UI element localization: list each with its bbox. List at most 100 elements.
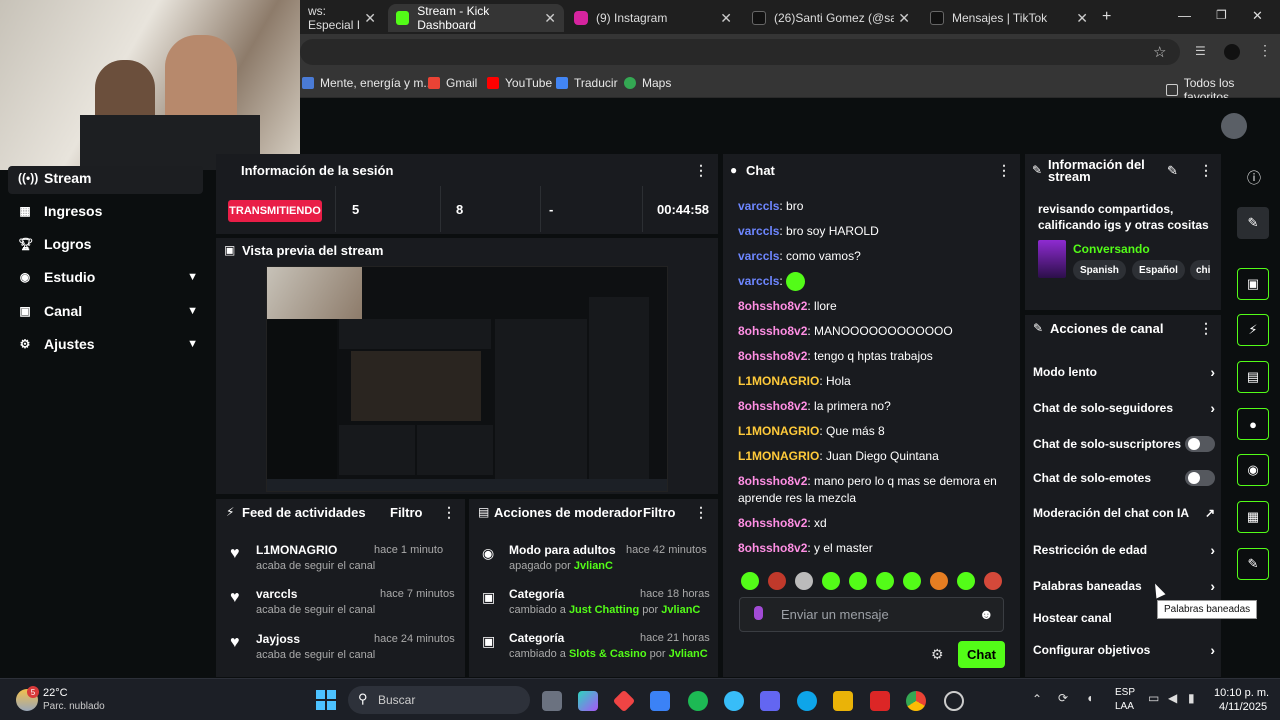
emote-icon[interactable]	[822, 572, 840, 590]
feed-filter-button[interactable]: Filtro	[390, 505, 423, 520]
action-solo-seguidores[interactable]: Chat de solo-seguidores ›	[1033, 398, 1215, 418]
action-ai-moderation[interactable]: Moderación del chat con IA ↗	[1033, 503, 1215, 523]
tag[interactable]: chi	[1190, 260, 1210, 280]
media-control-icon[interactable]: ☰	[1195, 44, 1206, 58]
chat-username[interactable]: L1MONAGRIO	[738, 424, 819, 438]
bookmark-mente[interactable]: Mente, energía y m...	[302, 76, 433, 90]
close-icon[interactable]: ✕	[1076, 10, 1088, 27]
emote-icon[interactable]	[849, 572, 867, 590]
tools-icon[interactable]: ✎	[1237, 548, 1269, 580]
network-icon[interactable]: ▭	[1148, 691, 1159, 705]
chat-settings-icon[interactable]: ⚙	[931, 646, 944, 663]
volume-icon[interactable]: ◀︎	[1168, 691, 1177, 705]
chat-username[interactable]: 8ohssho8v2	[738, 474, 807, 488]
more-icon[interactable]: ⋮	[1199, 162, 1213, 179]
more-icon[interactable]: ⋮	[1199, 320, 1213, 337]
chat-username[interactable]: 8ohssho8v2	[738, 541, 807, 555]
sidebar-item-estudio[interactable]: ◉ Estudio ▼	[18, 269, 198, 285]
emotes-only-toggle[interactable]	[1185, 470, 1215, 486]
chat-send-button[interactable]: Chat	[958, 641, 1005, 668]
chat-input[interactable]: Enviar un mensaje ☻	[739, 597, 1004, 632]
chat-username[interactable]: L1MONAGRIO	[738, 374, 819, 388]
bookmark-gmail[interactable]: Gmail	[428, 76, 477, 90]
more-icon[interactable]: ⋮	[694, 504, 708, 521]
action-configurar-objetivos[interactable]: Configurar objetivos ›	[1033, 640, 1215, 660]
chat-username[interactable]: varccls	[738, 249, 779, 263]
sync-icon[interactable]: ⟳	[1058, 691, 1068, 705]
edit-stream-icon[interactable]: ✎	[1237, 207, 1269, 239]
chevron-up-icon[interactable]: ⌃	[1032, 692, 1042, 706]
layout-icon[interactable]: ▦	[1237, 501, 1269, 533]
action-palabras-baneadas[interactable]: Palabras baneadas ›	[1033, 576, 1215, 596]
close-icon[interactable]: ✕	[544, 10, 556, 27]
tab-instagram[interactable]: (9) Instagram ✕	[566, 4, 740, 32]
more-icon[interactable]: ⋮	[997, 162, 1011, 179]
emote-icon[interactable]	[957, 572, 975, 590]
chat-username[interactable]: L1MONAGRIO	[738, 449, 819, 463]
bookmark-maps[interactable]: Maps	[624, 76, 671, 90]
chrome-icon[interactable]	[906, 691, 926, 711]
emote-icon[interactable]	[795, 572, 813, 590]
profile-avatar[interactable]	[1224, 44, 1240, 60]
sidebar-item-logros[interactable]: 🏆︎ Logros	[18, 236, 198, 252]
language-region[interactable]: LAA	[1115, 701, 1134, 712]
chat-username[interactable]: 8ohssho8v2	[738, 516, 807, 530]
notes-icon[interactable]: ▤	[1237, 361, 1269, 393]
microphone-icon[interactable]: ◖	[1086, 691, 1093, 705]
chat-username[interactable]: varccls	[738, 274, 779, 288]
chat-username[interactable]: 8ohssho8v2	[738, 399, 807, 413]
sidebar-item-ingresos[interactable]: ▦ Ingresos	[18, 203, 198, 219]
url-field[interactable]	[300, 39, 1180, 65]
edit-icon[interactable]: ✎	[1167, 163, 1178, 179]
taskbar-search[interactable]: ⚲ Buscar	[348, 686, 530, 714]
battery-icon[interactable]: ▮	[1188, 691, 1195, 705]
emoji-icon[interactable]: ☻	[979, 606, 994, 622]
emote-icon[interactable]	[930, 572, 948, 590]
app-icon[interactable]	[944, 691, 964, 711]
clock-time[interactable]: 10:10 p. m.	[1214, 687, 1269, 699]
broadcast-icon[interactable]: ◉	[1237, 454, 1269, 486]
more-menu-icon[interactable]: ⋮	[1258, 42, 1272, 59]
mod-filter-button[interactable]: Filtro	[643, 505, 676, 520]
chat-username[interactable]: 8ohssho8v2	[738, 299, 807, 313]
tab-especial[interactable]: ws: Especial I ✕	[300, 4, 384, 32]
folder-icon[interactable]	[833, 691, 853, 711]
subscribers-only-toggle[interactable]	[1185, 436, 1215, 452]
action-modo-lento[interactable]: Modo lento ›	[1033, 362, 1215, 382]
user-avatar[interactable]	[1221, 113, 1247, 139]
sidebar-item-canal[interactable]: ▣ Canal ▼	[18, 303, 198, 319]
star-icon[interactable]: ☆	[1153, 43, 1166, 61]
info-icon[interactable]: ⓘ	[1247, 168, 1261, 188]
new-tab-icon[interactable]: +	[1102, 8, 1111, 26]
clip-icon[interactable]: ▣	[1237, 268, 1269, 300]
close-icon[interactable]: ✕	[720, 10, 732, 27]
close-icon[interactable]: ✕	[898, 10, 910, 27]
tab-tiktok-messages[interactable]: Mensajes | TikTok ✕	[922, 4, 1096, 32]
copilot-icon[interactable]	[578, 691, 598, 711]
tab-kick-dashboard[interactable]: Stream - Kick Dashboard ✕	[388, 4, 564, 32]
language-code[interactable]: ESP	[1115, 687, 1135, 698]
app-icon[interactable]	[870, 691, 890, 711]
chat-popout-icon[interactable]: ●	[1237, 408, 1269, 440]
tag[interactable]: Spanish	[1073, 260, 1126, 280]
emote-icon[interactable]	[984, 572, 1002, 590]
bookmark-translate[interactable]: Traducir	[556, 76, 618, 90]
close-icon[interactable]: ✕	[364, 10, 376, 27]
spotify-icon[interactable]	[688, 691, 708, 711]
app-icon[interactable]	[724, 691, 744, 711]
stream-category[interactable]: Conversando	[1073, 242, 1150, 256]
teams-icon[interactable]	[760, 691, 780, 711]
tab-tiktok-profile[interactable]: (26)Santi Gomez (@san.go ✕	[744, 4, 918, 32]
chat-username[interactable]: 8ohssho8v2	[738, 324, 807, 338]
chat-username[interactable]: varccls	[738, 199, 779, 213]
chat-username[interactable]: 8ohssho8v2	[738, 349, 807, 363]
microphone-icon[interactable]	[754, 606, 763, 620]
lightning-icon[interactable]: ⚡︎	[1237, 314, 1269, 346]
sidebar-item-stream[interactable]: ((•)) Stream	[18, 170, 198, 186]
more-icon[interactable]: ⋮	[694, 162, 708, 179]
bookmark-youtube[interactable]: YouTube	[487, 76, 552, 90]
clock-date[interactable]: 4/11/2025	[1219, 701, 1267, 713]
emote-icon[interactable]	[903, 572, 921, 590]
tag[interactable]: Español	[1132, 260, 1185, 280]
sidebar-item-ajustes[interactable]: ⚙ Ajustes ▼	[18, 336, 198, 352]
